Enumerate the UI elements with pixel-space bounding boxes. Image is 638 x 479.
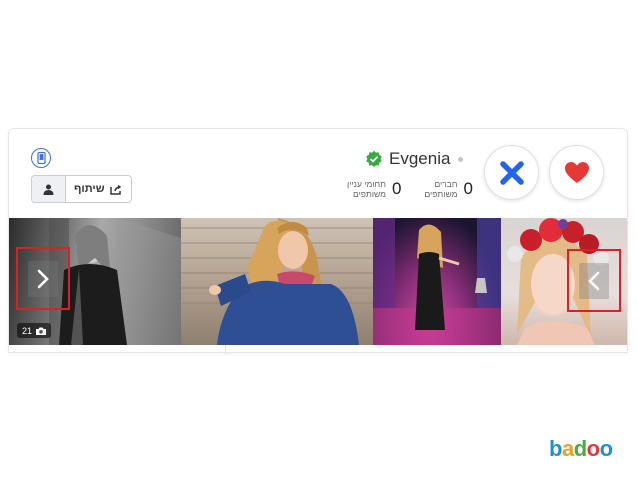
arrow-background xyxy=(28,260,58,297)
stat-value: 0 xyxy=(392,179,402,198)
chevron-left-icon xyxy=(588,271,600,290)
share-button[interactable]: שיתוף xyxy=(66,176,131,202)
close-icon xyxy=(499,160,524,185)
brand-letter: b xyxy=(549,436,562,461)
photo-count: 21 xyxy=(22,325,33,336)
photo-next-button[interactable] xyxy=(567,249,621,312)
photo-count-badge: 21 xyxy=(17,323,52,338)
profile-stats: תחומי עניין משותפים 0 חברים משותפים 0 xyxy=(342,179,473,199)
profile-card: שיתוף Evgenia תחומי עניין משותפים 0 חברי… xyxy=(8,128,628,353)
name-row: Evgenia xyxy=(365,149,464,169)
arrow-background xyxy=(579,262,609,299)
user-icon[interactable] xyxy=(32,176,66,202)
brand-letter: o xyxy=(586,436,600,461)
footer-divider xyxy=(225,345,226,355)
photo-strip: 21 xyxy=(9,218,627,345)
stat-shared-interests: תחומי עניין משותפים 0 xyxy=(342,179,401,199)
brand-letter: o xyxy=(599,436,613,461)
badoo-logo: b a d o o xyxy=(549,436,613,462)
chevron-right-icon xyxy=(37,269,49,288)
share-button-group: שיתוף xyxy=(31,175,132,203)
stat-value: 0 xyxy=(463,179,473,198)
camera-icon xyxy=(36,327,47,335)
share-icon xyxy=(109,184,121,195)
vote-yes-button[interactable] xyxy=(549,145,604,200)
profile-name: Evgenia xyxy=(389,149,451,168)
share-label: שיתוף xyxy=(74,183,105,195)
stat-shared-friends: חברים משותפים 0 xyxy=(413,179,473,199)
online-status-dot xyxy=(458,156,464,162)
card-footer xyxy=(8,345,628,355)
stat-label: חברים משותפים xyxy=(424,179,458,199)
page: שיתוף Evgenia תחומי עניין משותפים 0 חברי… xyxy=(0,0,638,479)
brand-letter: d xyxy=(573,436,587,461)
stat-label: תחומי עניין משותפים xyxy=(347,179,386,199)
photo-prev-button[interactable] xyxy=(16,247,70,310)
vote-no-button[interactable] xyxy=(484,145,539,200)
brand-letter: a xyxy=(561,436,574,461)
phone-icon[interactable] xyxy=(31,148,51,168)
profile-photo[interactable] xyxy=(181,218,373,345)
profile-photo[interactable] xyxy=(373,218,501,345)
heart-icon xyxy=(564,161,589,183)
verified-icon xyxy=(366,150,382,167)
